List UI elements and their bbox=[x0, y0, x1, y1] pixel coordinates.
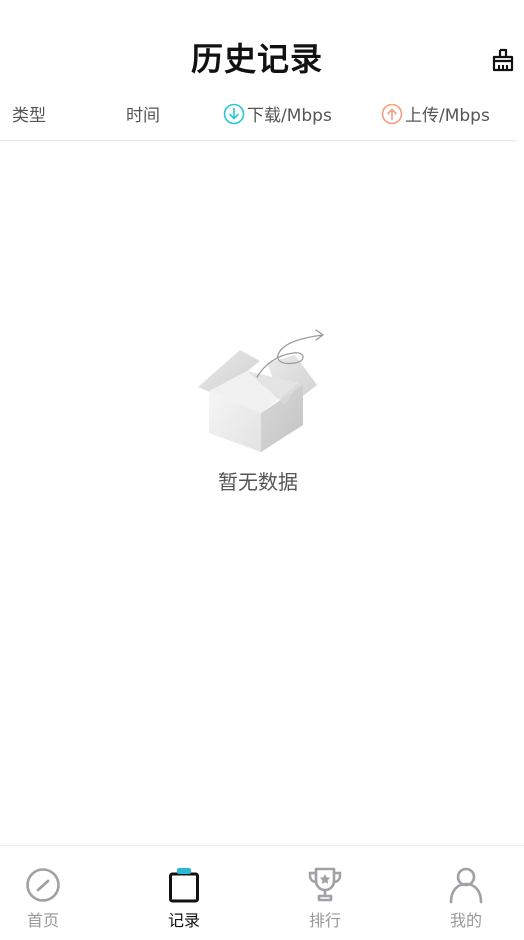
page-title: 历史记录 bbox=[190, 40, 323, 78]
tab-ranking[interactable]: 排行 bbox=[275, 846, 375, 940]
clipboard-icon bbox=[169, 868, 199, 903]
tab-home-label: 首页 bbox=[26, 911, 59, 930]
user-icon bbox=[449, 867, 483, 904]
column-header-row: 类型 时间 下载/Mbps 上传/Mbps bbox=[0, 96, 516, 141]
trophy-icon bbox=[308, 867, 342, 902]
column-time: 时间 bbox=[126, 101, 160, 126]
tab-profile[interactable]: 我的 bbox=[416, 846, 516, 940]
tab-profile-label: 我的 bbox=[449, 911, 482, 930]
tab-ranking-label: 排行 bbox=[308, 911, 341, 930]
speedometer-icon bbox=[26, 868, 60, 902]
tab-records-label: 记录 bbox=[167, 911, 200, 930]
empty-state-text: 暂无数据 bbox=[218, 470, 298, 494]
column-type-label: 类型 bbox=[12, 106, 46, 126]
column-download-label: 下载/Mbps bbox=[247, 106, 332, 126]
tab-home[interactable]: 首页 bbox=[0, 846, 93, 940]
column-upload: 上传/Mbps bbox=[381, 101, 490, 126]
empty-state-illustration bbox=[195, 325, 327, 455]
clear-history-button[interactable] bbox=[489, 46, 517, 74]
upload-circle-icon bbox=[381, 103, 403, 124]
clear-brush-icon bbox=[492, 48, 514, 72]
bottom-tab-bar: 首页 记录 排行 我的 bbox=[0, 845, 524, 940]
download-circle-icon bbox=[223, 103, 245, 124]
tab-records[interactable]: 记录 bbox=[134, 846, 234, 940]
column-type: 类型 bbox=[12, 101, 46, 126]
empty-box-icon bbox=[198, 329, 324, 452]
column-time-label: 时间 bbox=[126, 106, 160, 126]
column-upload-label: 上传/Mbps bbox=[405, 106, 490, 126]
column-download: 下载/Mbps bbox=[223, 101, 332, 126]
